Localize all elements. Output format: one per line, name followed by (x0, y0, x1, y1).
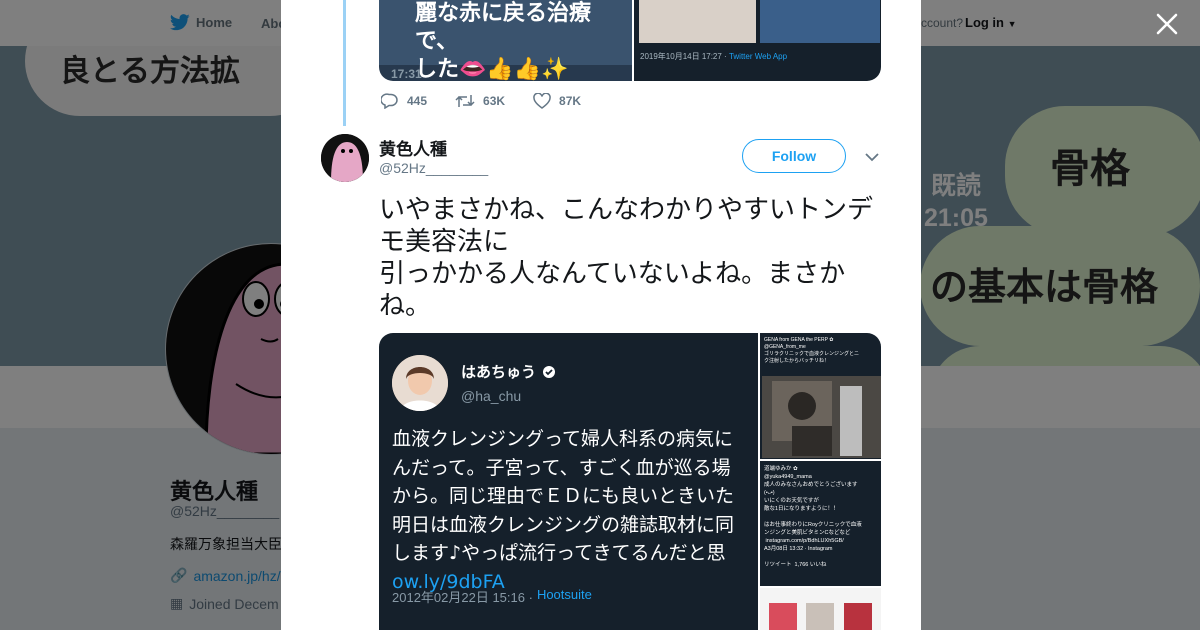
previous-image-footer: 17:31 (391, 67, 422, 81)
media-image-side-2[interactable]: 道端ゆみか ✿ @yuka4949_mama 成人のみなさんおめでとうございます… (760, 461, 881, 586)
close-icon (1156, 13, 1178, 35)
reply-button[interactable]: 445 (381, 93, 427, 109)
tweet-author-avatar[interactable] (321, 134, 369, 182)
like-count: 87K (559, 94, 582, 108)
magazine-thumb-1 (769, 603, 797, 630)
quoted-date-row: 2012年02月22日 15:16 · Hootsuite (392, 587, 592, 606)
magazine-thumb-2 (806, 603, 834, 630)
like-button[interactable]: 87K (533, 93, 581, 109)
tweet-text: いやまさかね、こんなわかりやすいトンデモ美容法に 引っかかる人なんていないよね。… (379, 195, 874, 321)
tweet-modal: 麗な赤に戻る治療で、 した👄👍👍✨ 17:31 2019年10月14日 17:2… (281, 0, 921, 630)
quoted-text-block: 血液クレンジングって婦人科系の病気に んだって。子宮って、すごく血が巡る場 から… (392, 425, 792, 597)
previous-source: Twitter Web App (728, 52, 788, 61)
emoji-sticker: 👄👍👍✨ (459, 57, 569, 81)
previous-thumbnail-1 (639, 0, 756, 43)
previous-image-text-1: 麗な赤に戻る治療で、 (415, 1, 592, 54)
quoted-date: 2012年02月22日 15:16 · (392, 590, 533, 605)
previous-thumbnail-2 (760, 0, 880, 43)
clinic-photo-icon (762, 376, 881, 458)
quoted-source: Hootsuite (536, 587, 592, 602)
retweet-icon (455, 95, 475, 107)
previous-media-left: 麗な赤に戻る治療で、 した👄👍👍✨ 17:31 (379, 0, 632, 81)
magazine-thumb-3 (844, 603, 872, 630)
quoted-text: 血液クレンジングって婦人科系の病気に んだって。子宮って、すごく血が巡る場 から… (392, 428, 735, 565)
side1-text: GENA from GENA the PERP ✿ @GENA_from_me … (764, 337, 860, 364)
media-image-side-1[interactable]: GENA from GENA the PERP ✿ @GENA_from_me … (760, 333, 881, 459)
previous-media-right: 2019年10月14日 17:27 · Twitter Web App (632, 0, 881, 81)
reply-icon (381, 93, 398, 109)
previous-date: 2019年10月14日 17:27 · (640, 52, 729, 61)
reply-count: 445 (407, 94, 428, 108)
thread-connector-line (343, 0, 346, 126)
person-photo-icon (392, 355, 448, 411)
side1-photo (762, 376, 881, 458)
heart-icon (533, 93, 551, 109)
retweet-count: 63K (483, 94, 506, 108)
media-side-column: GENA from GENA the PERP ✿ @GENA_from_me … (760, 333, 881, 630)
quoted-handle: @ha_chu (461, 388, 522, 404)
media-image-quoted-tweet[interactable]: はあちゅう @ha_chu 血液クレンジングって婦人科系の病気に んだって。子宮… (379, 333, 758, 630)
barbapapa-avatar-icon (321, 134, 369, 182)
tweet-author-handle[interactable]: @52Hz________ (379, 160, 488, 176)
tweet-options-menu[interactable] (863, 148, 881, 166)
chevron-down-icon (865, 153, 879, 162)
previous-tweet-media[interactable]: 麗な赤に戻る治療で、 した👄👍👍✨ 17:31 2019年10月14日 17:2… (379, 0, 881, 81)
follow-button[interactable]: Follow (742, 139, 846, 173)
previous-timestamp: 2019年10月14日 17:27 · Twitter Web App (640, 51, 787, 62)
quoted-name: はあちゅう (461, 363, 537, 381)
tweet-author-name[interactable]: 黄色人種 (379, 135, 447, 160)
media-image-side-3[interactable] (760, 588, 881, 630)
side2-text: 道端ゆみか ✿ @yuka4949_mama 成人のみなさんおめでとうございます… (764, 466, 862, 568)
previous-tweet-actions: 445 63K 87K (381, 93, 581, 109)
tweet-media-grid: はあちゅう @ha_chu 血液クレンジングって婦人科系の病気に んだって。子宮… (379, 333, 881, 630)
quoted-avatar (392, 355, 448, 411)
close-modal-button[interactable] (1154, 11, 1180, 37)
quoted-name-row: はあちゅう (461, 361, 556, 382)
verified-badge-icon (543, 365, 556, 378)
previous-media-image: 麗な赤に戻る治療で、 した👄👍👍✨ (379, 0, 632, 81)
retweet-button[interactable]: 63K (455, 93, 505, 109)
